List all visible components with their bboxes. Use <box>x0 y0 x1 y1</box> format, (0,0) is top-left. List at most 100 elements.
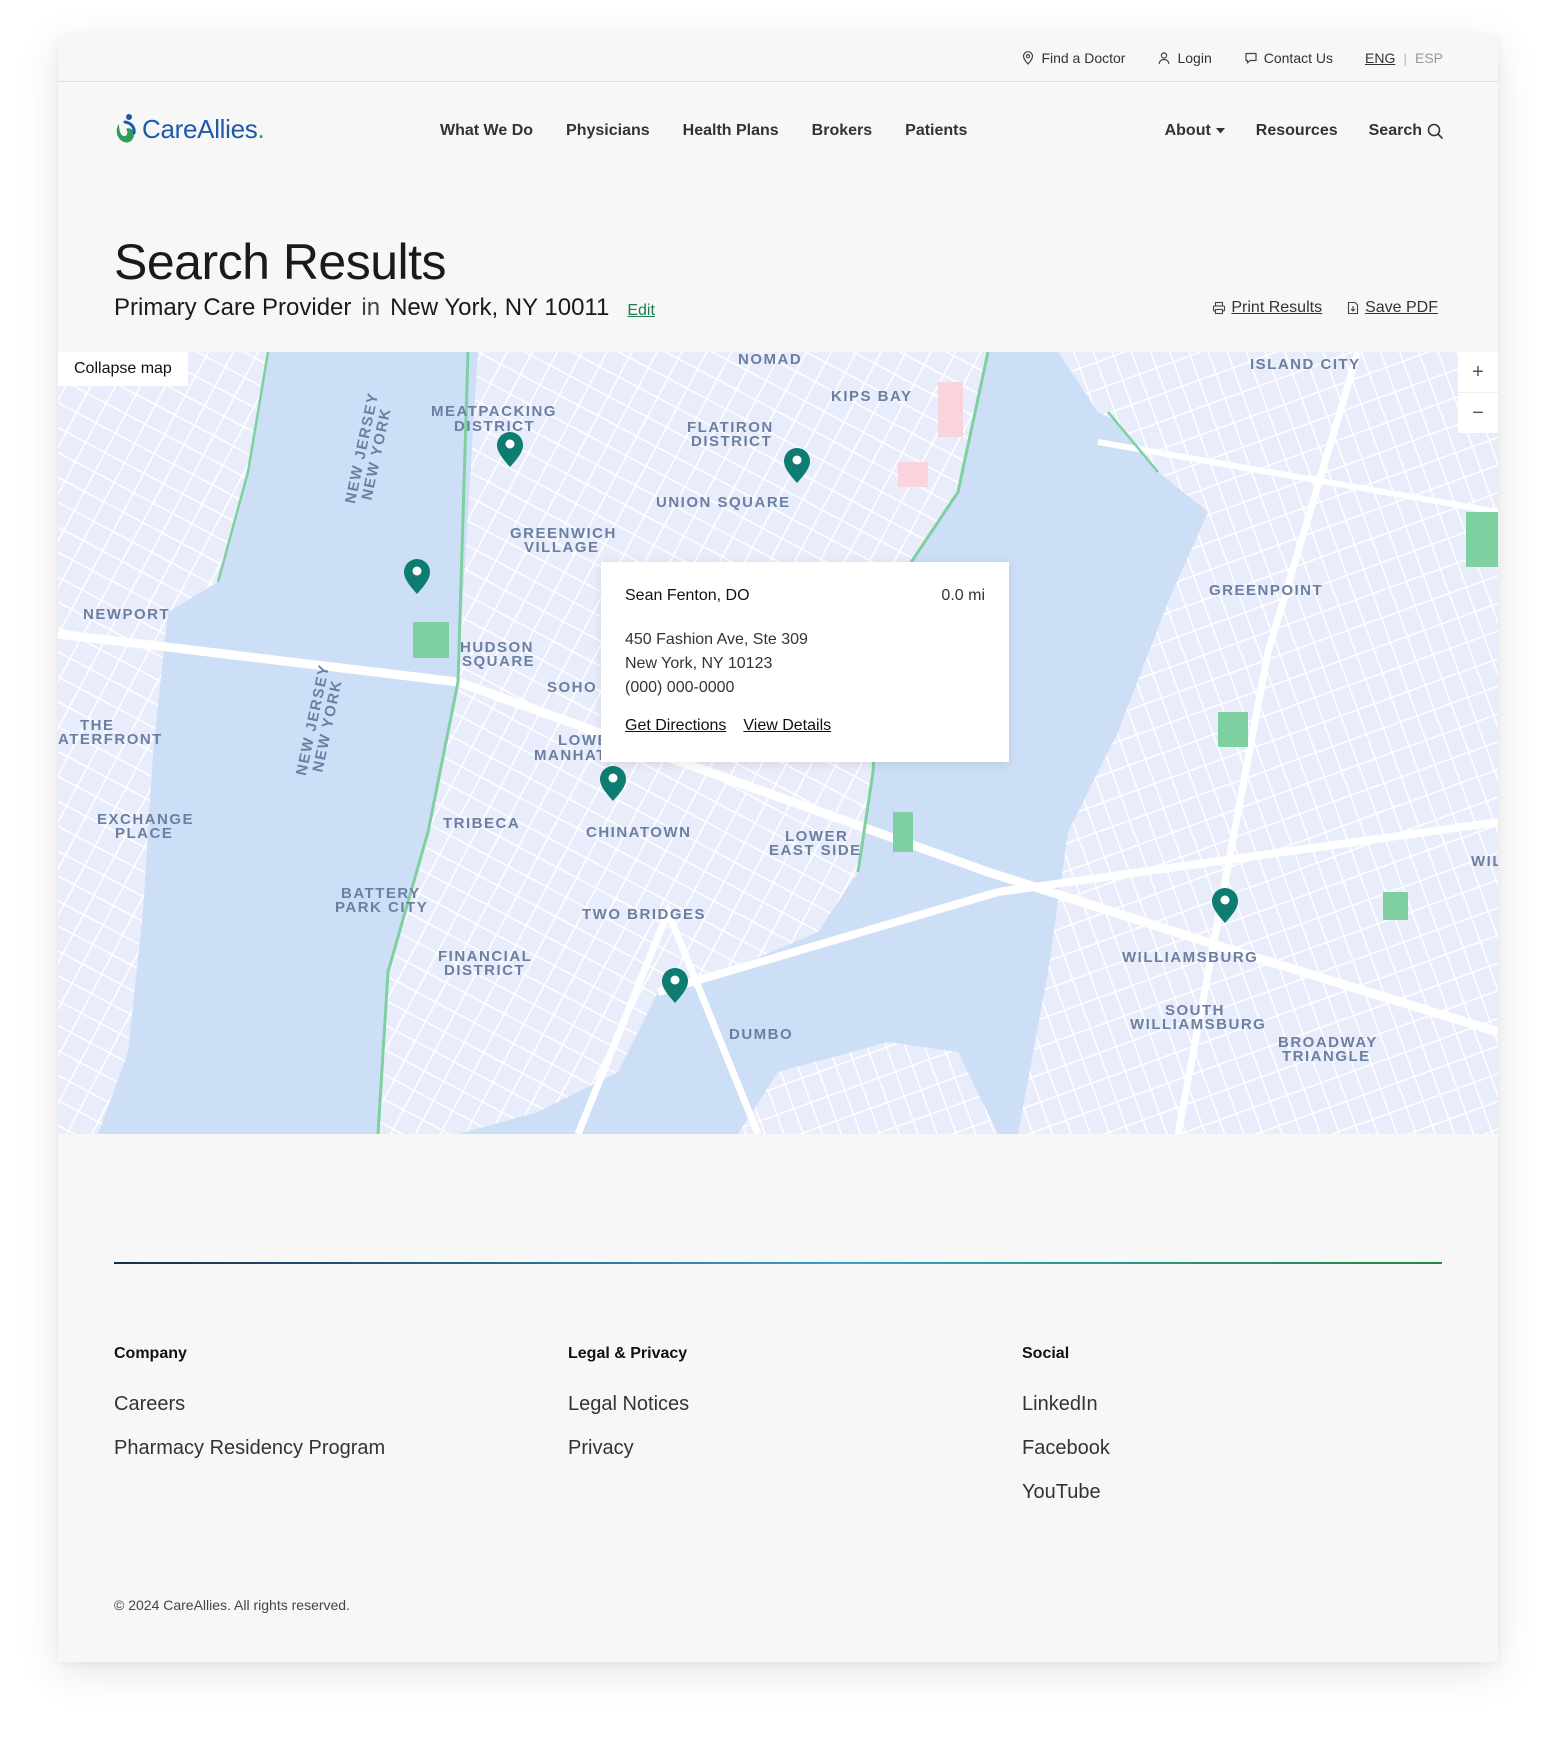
map-label-tribeca: TRIBECA <box>443 815 521 832</box>
main-nav: CareAllies. What We Do Physicians Health… <box>58 81 1498 181</box>
nav-search-label: Search <box>1368 122 1422 139</box>
map-label-south-williamsburg: WILLIAMSBURG <box>1130 1016 1267 1033</box>
map-label-chinatown: CHINATOWN <box>586 824 692 841</box>
footer-link-privacy[interactable]: Privacy <box>568 1437 689 1460</box>
map-label-financial-district: DISTRICT <box>444 962 526 979</box>
search-summary: Primary Care Provider in New York, NY 10… <box>114 294 655 322</box>
footer-divider <box>114 1262 1442 1264</box>
nav-physicians[interactable]: Physicians <box>566 122 650 140</box>
map-label-exchange-place: PLACE <box>115 825 174 842</box>
map-label-park-city: PARK CITY <box>335 899 429 916</box>
map-label-hudson-square: SQUARE <box>462 653 536 670</box>
lang-separator: | <box>1403 50 1407 66</box>
search-in: in <box>361 294 381 321</box>
provider-address: 450 Fashion Ave, Ste 309 New York, NY 10… <box>625 628 808 700</box>
utility-bar: Find a Doctor Login Contact Us ENG | ESP <box>58 35 1498 82</box>
map-label-nomad: NOMAD <box>738 352 803 368</box>
brand-dot: . <box>257 113 265 144</box>
zoom-in-button[interactable]: + <box>1458 352 1498 392</box>
printer-icon <box>1213 301 1226 315</box>
map-label-union-square: UNION SQUARE <box>656 494 791 511</box>
footer-link-careers[interactable]: Careers <box>114 1393 385 1416</box>
map-pin-5[interactable] <box>1210 888 1240 924</box>
map-label-greenpoint: GREENPOINT <box>1209 582 1324 599</box>
provider-distance: 0.0 mi <box>941 587 985 604</box>
edit-search-link[interactable]: Edit <box>627 302 655 320</box>
map-label-two-bridges: TWO BRIDGES <box>582 906 706 923</box>
brand-name: CareAllies <box>142 113 258 144</box>
footer-company: Company Careers Pharmacy Residency Progr… <box>114 1345 385 1481</box>
results-actions: Print Results Save PDF <box>1212 299 1438 317</box>
map-label-east-side: EAST SIDE <box>769 842 862 859</box>
save-pdf-button[interactable]: Save PDF <box>1346 299 1438 317</box>
provider-address-line1: 450 Fashion Ave, Ste 309 <box>625 631 808 648</box>
view-details-link[interactable]: View Details <box>743 717 831 735</box>
nav-search[interactable]: Search <box>1369 122 1443 140</box>
provider-popup: Sean Fenton, DO 0.0 mi 450 Fashion Ave, … <box>601 562 1009 762</box>
login-label: Login <box>1177 50 1212 66</box>
map-label-waterfront: ATERFRONT <box>58 731 163 748</box>
provider-name: Sean Fenton, DO <box>625 587 750 604</box>
login-link[interactable]: Login <box>1157 50 1212 66</box>
get-directions-link[interactable]: Get Directions <box>625 717 726 735</box>
map-label-newport: NEWPORT <box>83 606 171 623</box>
zoom-out-button[interactable]: − <box>1458 392 1498 433</box>
footer-link-legal-notices[interactable]: Legal Notices <box>568 1393 689 1416</box>
nav-brokers[interactable]: Brokers <box>812 122 872 140</box>
footer-social: Social LinkedIn Facebook YouTube <box>1022 1345 1110 1525</box>
map-pin-3[interactable] <box>402 559 432 595</box>
zoom-controls: + − <box>1458 352 1498 433</box>
map-label-greenwich-village: VILLAGE <box>524 539 600 556</box>
location-pin-icon <box>1023 51 1034 65</box>
map[interactable]: NOMAD KIPS BAY ISLAND CITY MEATPACKING D… <box>58 352 1498 1134</box>
footer-company-title: Company <box>114 1345 187 1362</box>
contact-link[interactable]: Contact Us <box>1244 50 1333 66</box>
logo-mark-icon <box>116 114 136 143</box>
print-results-button[interactable]: Print Results <box>1212 299 1322 317</box>
map-pin-6[interactable] <box>660 968 690 1004</box>
search-specialty: Primary Care Provider <box>114 294 352 321</box>
footer-link-youtube[interactable]: YouTube <box>1022 1481 1110 1504</box>
nav-what-we-do[interactable]: What We Do <box>440 122 533 140</box>
collapse-map-button[interactable]: Collapse map <box>58 352 188 386</box>
map-label-island-city: ISLAND CITY <box>1250 356 1361 373</box>
search-icon <box>1427 123 1443 139</box>
nav-about[interactable]: About <box>1165 122 1225 140</box>
map-label-wil: WIL <box>1471 853 1498 870</box>
map-label-williamsburg: WILLIAMSBURG <box>1122 949 1259 966</box>
search-location: New York, NY 10011 <box>390 294 610 321</box>
footer-legal-title: Legal & Privacy <box>568 1345 688 1362</box>
nav-patients[interactable]: Patients <box>905 122 967 140</box>
save-pdf-label: Save PDF <box>1365 299 1438 316</box>
footer-link-linkedin[interactable]: LinkedIn <box>1022 1393 1110 1416</box>
nav-resources[interactable]: Resources <box>1256 122 1338 140</box>
map-label-kips-bay: KIPS BAY <box>831 388 913 405</box>
footer-link-pharmacy-residency[interactable]: Pharmacy Residency Program <box>114 1437 385 1460</box>
caret-down-icon <box>1215 128 1225 134</box>
nav-about-label: About <box>1164 122 1211 139</box>
provider-address-line2: New York, NY 10123 <box>625 655 773 672</box>
find-doctor-label: Find a Doctor <box>1041 50 1126 66</box>
copyright: © 2024 CareAllies. All rights reserved. <box>114 1597 350 1613</box>
contact-label: Contact Us <box>1263 50 1333 66</box>
lang-esp[interactable]: ESP <box>1415 50 1443 66</box>
find-doctor-link[interactable]: Find a Doctor <box>1021 50 1125 66</box>
map-label-dumbo: DUMBO <box>729 1026 794 1043</box>
page-title: Search Results <box>114 234 447 290</box>
footer-legal: Legal & Privacy Legal Notices Privacy <box>568 1345 689 1481</box>
lang-eng[interactable]: ENG <box>1365 50 1395 66</box>
map-pin-4[interactable] <box>598 766 628 802</box>
print-results-label: Print Results <box>1231 299 1323 316</box>
nav-health-plans[interactable]: Health Plans <box>683 122 779 140</box>
page-card: Find a Doctor Login Contact Us ENG | ESP <box>58 35 1498 1662</box>
document-save-icon <box>1348 301 1359 315</box>
map-pin-2[interactable] <box>782 448 812 484</box>
map-pin-1[interactable] <box>495 432 525 468</box>
chat-bubble-icon <box>1245 52 1257 64</box>
map-label-soho: SOHO <box>547 679 598 696</box>
logo[interactable]: CareAllies. <box>114 113 265 145</box>
map-label-broadway-triangle: TRIANGLE <box>1282 1048 1371 1065</box>
language-switcher: ENG | ESP <box>1365 50 1443 66</box>
footer-social-title: Social <box>1022 1345 1070 1362</box>
footer-link-facebook[interactable]: Facebook <box>1022 1437 1110 1460</box>
